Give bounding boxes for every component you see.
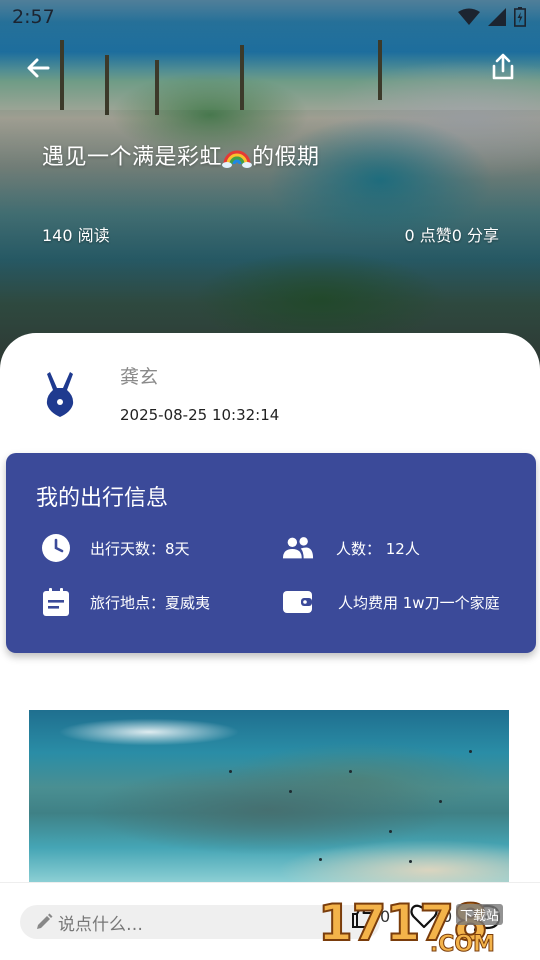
people-icon <box>282 532 314 564</box>
favorite-button[interactable]: 0 <box>410 903 452 929</box>
trip-days-item: 出行天数：8天 <box>40 532 190 564</box>
favorite-count: 0 <box>442 906 453 926</box>
trip-cost: 人均费用 1w刀一个家庭 <box>338 593 500 612</box>
bottom-action-bar: 说点什么… 0 0 <box>0 882 540 960</box>
rainbow-icon <box>222 146 253 174</box>
photo-detail <box>409 860 412 863</box>
avatar[interactable] <box>40 370 80 418</box>
comment-button[interactable] <box>472 903 502 933</box>
trip-info-card: 我的出行信息 出行天数：8天 人数： 12人 旅行地点：夏威夷 人均费用 1w刀… <box>6 453 536 653</box>
trip-location-item: 旅行地点：夏威夷 <box>40 586 210 618</box>
trip-cost-item: 人均费用 1w刀一个家庭 <box>282 586 500 618</box>
status-time: 2:57 <box>12 6 55 28</box>
pencil-icon <box>37 913 53 929</box>
post-title: 遇见一个满是彩虹 的假期 <box>42 139 320 174</box>
calendar-icon <box>40 586 72 618</box>
palm-tree <box>105 55 109 115</box>
wifi-icon <box>458 8 480 25</box>
chat-bubble-icon <box>473 904 501 932</box>
hero-image <box>0 0 540 370</box>
status-icons <box>458 7 526 27</box>
clock-icon <box>40 532 72 564</box>
status-bar: 2:57 <box>0 0 540 36</box>
arrow-left-icon <box>27 58 50 78</box>
share-icon <box>492 53 514 80</box>
post-title-suffix: 的假期 <box>252 145 320 170</box>
palm-tree <box>240 45 244 110</box>
heart-icon <box>410 904 438 929</box>
battery-icon <box>514 7 526 27</box>
back-button[interactable] <box>24 54 52 82</box>
photo-detail <box>469 750 472 753</box>
palm-tree <box>155 60 159 115</box>
wallet-icon <box>282 586 314 618</box>
trip-info-title: 我的出行信息 <box>36 486 169 511</box>
photo-detail <box>229 770 232 773</box>
photo-detail <box>289 790 292 793</box>
author-name[interactable]: 龚玄 <box>120 362 158 389</box>
like-button[interactable]: 0 <box>350 903 390 929</box>
thumbs-up-icon <box>352 904 375 928</box>
trip-people-item: 人数： 12人 <box>282 532 420 564</box>
post-timestamp: 2025-08-25 10:32:14 <box>120 406 280 424</box>
post-title-text: 遇见一个满是彩虹 <box>42 145 223 170</box>
read-count: 140 阅读 <box>42 226 110 245</box>
rabbit-avatar-icon <box>46 372 74 417</box>
trip-people: 人数： 12人 <box>336 539 420 558</box>
comment-input[interactable]: 说点什么… <box>20 905 380 939</box>
photo-detail <box>349 770 352 773</box>
photo-detail <box>389 830 392 833</box>
photo-detail <box>319 858 322 861</box>
share-button[interactable] <box>488 52 518 82</box>
palm-tree <box>60 40 64 110</box>
signal-icon <box>488 8 506 26</box>
trip-location: 旅行地点：夏威夷 <box>90 593 211 612</box>
palm-tree <box>378 40 382 100</box>
trip-days: 出行天数：8天 <box>90 539 190 558</box>
like-share-count: 0 点赞0 分享 <box>404 226 499 245</box>
comment-placeholder: 说点什么… <box>58 914 143 935</box>
content-photo[interactable] <box>29 710 509 882</box>
like-count: 0 <box>380 906 391 926</box>
photo-detail <box>439 800 442 803</box>
